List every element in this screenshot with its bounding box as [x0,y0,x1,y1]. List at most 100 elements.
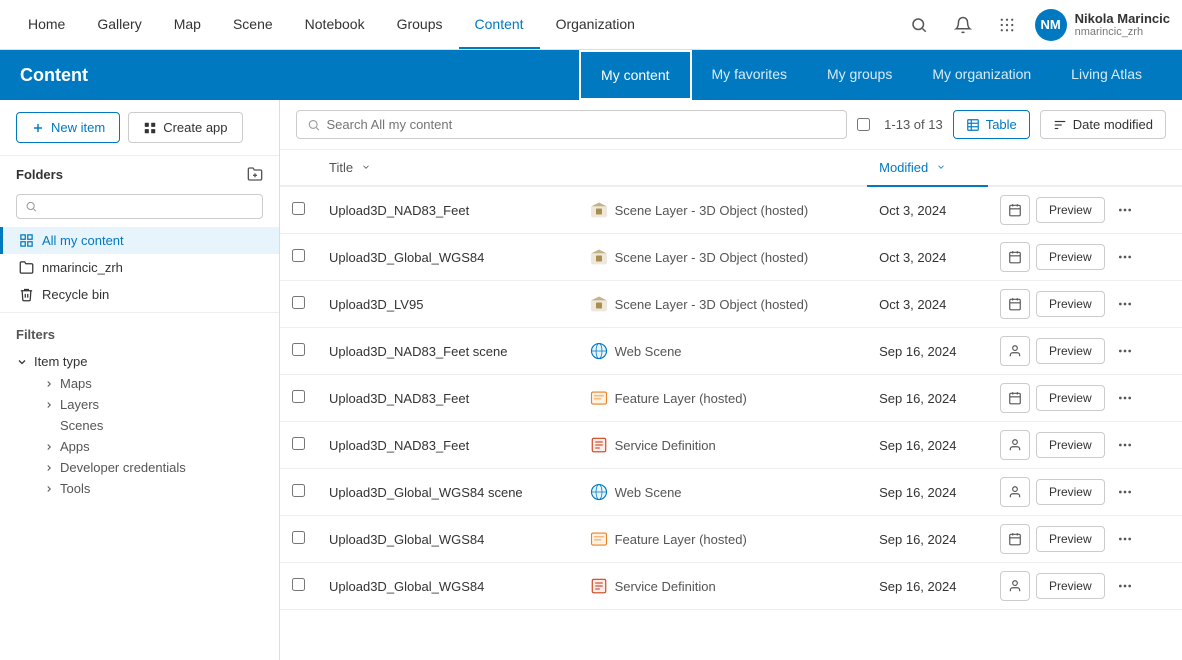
preview-button[interactable]: Preview [1036,291,1105,317]
row-modified: Oct 3, 2024 [867,234,988,281]
nav-tab-gallery[interactable]: Gallery [81,0,157,49]
th-type [577,150,868,186]
filter-scenes[interactable]: Scenes [16,415,263,436]
action-icon-button[interactable] [1000,430,1030,460]
sidebar-divider [0,312,279,313]
type-icon [589,482,609,502]
nav-tab-content[interactable]: Content [459,0,540,49]
filter-maps[interactable]: Maps [16,373,263,394]
more-options-button[interactable] [1111,525,1139,553]
row-title: Upload3D_Global_WGS84 [317,563,577,610]
preview-button[interactable]: Preview [1036,479,1105,505]
user-handle: nmarincic_zrh [1075,26,1170,38]
ellipsis-icon [1117,390,1133,406]
row-checkbox[interactable] [292,343,305,356]
nav-tab-home[interactable]: Home [12,0,81,49]
preview-button[interactable]: Preview [1036,526,1105,552]
row-checkbox[interactable] [292,484,305,497]
row-checkbox[interactable] [292,249,305,262]
tab-living-atlas[interactable]: Living Atlas [1051,50,1162,100]
th-modified[interactable]: Modified [867,150,988,186]
more-options-button[interactable] [1111,431,1139,459]
more-options-button[interactable] [1111,243,1139,271]
create-app-button[interactable]: Create app [128,112,242,143]
nav-tab-organization[interactable]: Organization [540,0,651,49]
content-search-box[interactable] [296,110,847,139]
more-options-button[interactable] [1111,572,1139,600]
row-checkbox-cell [280,422,317,469]
date-modified-button[interactable]: Date modified [1040,110,1166,139]
tab-my-content[interactable]: My content [579,50,691,100]
sort-active-icon [936,162,946,172]
search-icon-button[interactable] [903,9,935,41]
row-checkbox[interactable] [292,202,305,215]
modified-date: Oct 3, 2024 [879,203,946,218]
type-label: Web Scene [615,485,682,500]
action-icon-button[interactable] [1000,289,1030,319]
table-view-button[interactable]: Table [953,110,1030,139]
nav-tabs: Home Gallery Map Scene Notebook Groups C… [12,0,903,49]
row-checkbox[interactable] [292,531,305,544]
nav-tab-scene[interactable]: Scene [217,0,289,49]
filter-apps[interactable]: Apps [16,436,263,457]
row-checkbox-cell [280,375,317,422]
modified-date: Sep 16, 2024 [879,391,956,406]
new-folder-icon[interactable] [247,166,263,182]
action-icon-button[interactable] [1000,477,1030,507]
tab-my-groups[interactable]: My groups [807,50,912,100]
title-label: Upload3D_Global_WGS84 [329,579,484,594]
modified-date: Oct 3, 2024 [879,297,946,312]
preview-button[interactable]: Preview [1036,244,1105,270]
content-search-input[interactable] [326,117,836,132]
all-my-content-label: All my content [42,233,124,248]
folder-search-input[interactable] [37,199,254,214]
type-icon [589,341,609,361]
ellipsis-icon [1117,343,1133,359]
action-icon-button[interactable] [1000,195,1030,225]
preview-button[interactable]: Preview [1036,573,1105,599]
sidebar-item-recycle-bin[interactable]: Recycle bin [0,281,279,308]
select-all-checkbox[interactable] [857,118,870,131]
tab-my-organization[interactable]: My organization [912,50,1051,100]
row-checkbox[interactable] [292,296,305,309]
filter-tools[interactable]: Tools [16,478,263,499]
sidebar-item-all-my-content[interactable]: All my content [0,227,279,254]
filter-item-type-header[interactable]: Item type [16,350,263,373]
more-options-button[interactable] [1111,384,1139,412]
preview-button[interactable]: Preview [1036,338,1105,364]
preview-button[interactable]: Preview [1036,432,1105,458]
preview-button[interactable]: Preview [1036,385,1105,411]
action-icon-button[interactable] [1000,336,1030,366]
row-checkbox[interactable] [292,578,305,591]
user-profile[interactable]: NM Nikola Marincic nmarincic_zrh [1035,9,1170,41]
filter-layers[interactable]: Layers [16,394,263,415]
tab-my-favorites[interactable]: My favorites [692,50,807,100]
nav-tab-notebook[interactable]: Notebook [289,0,381,49]
action-icon-button[interactable] [1000,383,1030,413]
folders-section: Folders [0,156,279,186]
action-icon-button[interactable] [1000,571,1030,601]
new-item-button[interactable]: New item [16,112,120,143]
action-icon-button[interactable] [1000,524,1030,554]
filter-dev-credentials[interactable]: Developer credentials [16,457,263,478]
th-title[interactable]: Title [317,150,577,186]
bell-icon-button[interactable] [947,9,979,41]
row-modified: Oct 3, 2024 [867,186,988,234]
folder-search[interactable] [16,194,263,219]
nav-tab-map[interactable]: Map [158,0,217,49]
more-options-button[interactable] [1111,290,1139,318]
sidebar-item-nmarincic[interactable]: nmarincic_zrh [0,254,279,281]
more-options-button[interactable] [1111,478,1139,506]
row-checkbox-cell [280,328,317,375]
nav-tab-groups[interactable]: Groups [381,0,459,49]
content-header: Content My content My favorites My group… [0,50,1182,100]
action-icon-button[interactable] [1000,242,1030,272]
preview-button[interactable]: Preview [1036,197,1105,223]
more-options-button[interactable] [1111,337,1139,365]
nav-icons: NM Nikola Marincic nmarincic_zrh [903,9,1170,41]
more-options-button[interactable] [1111,196,1139,224]
chevron-right-icon4 [44,463,54,473]
row-checkbox[interactable] [292,437,305,450]
row-checkbox[interactable] [292,390,305,403]
grid-icon-button[interactable] [991,9,1023,41]
